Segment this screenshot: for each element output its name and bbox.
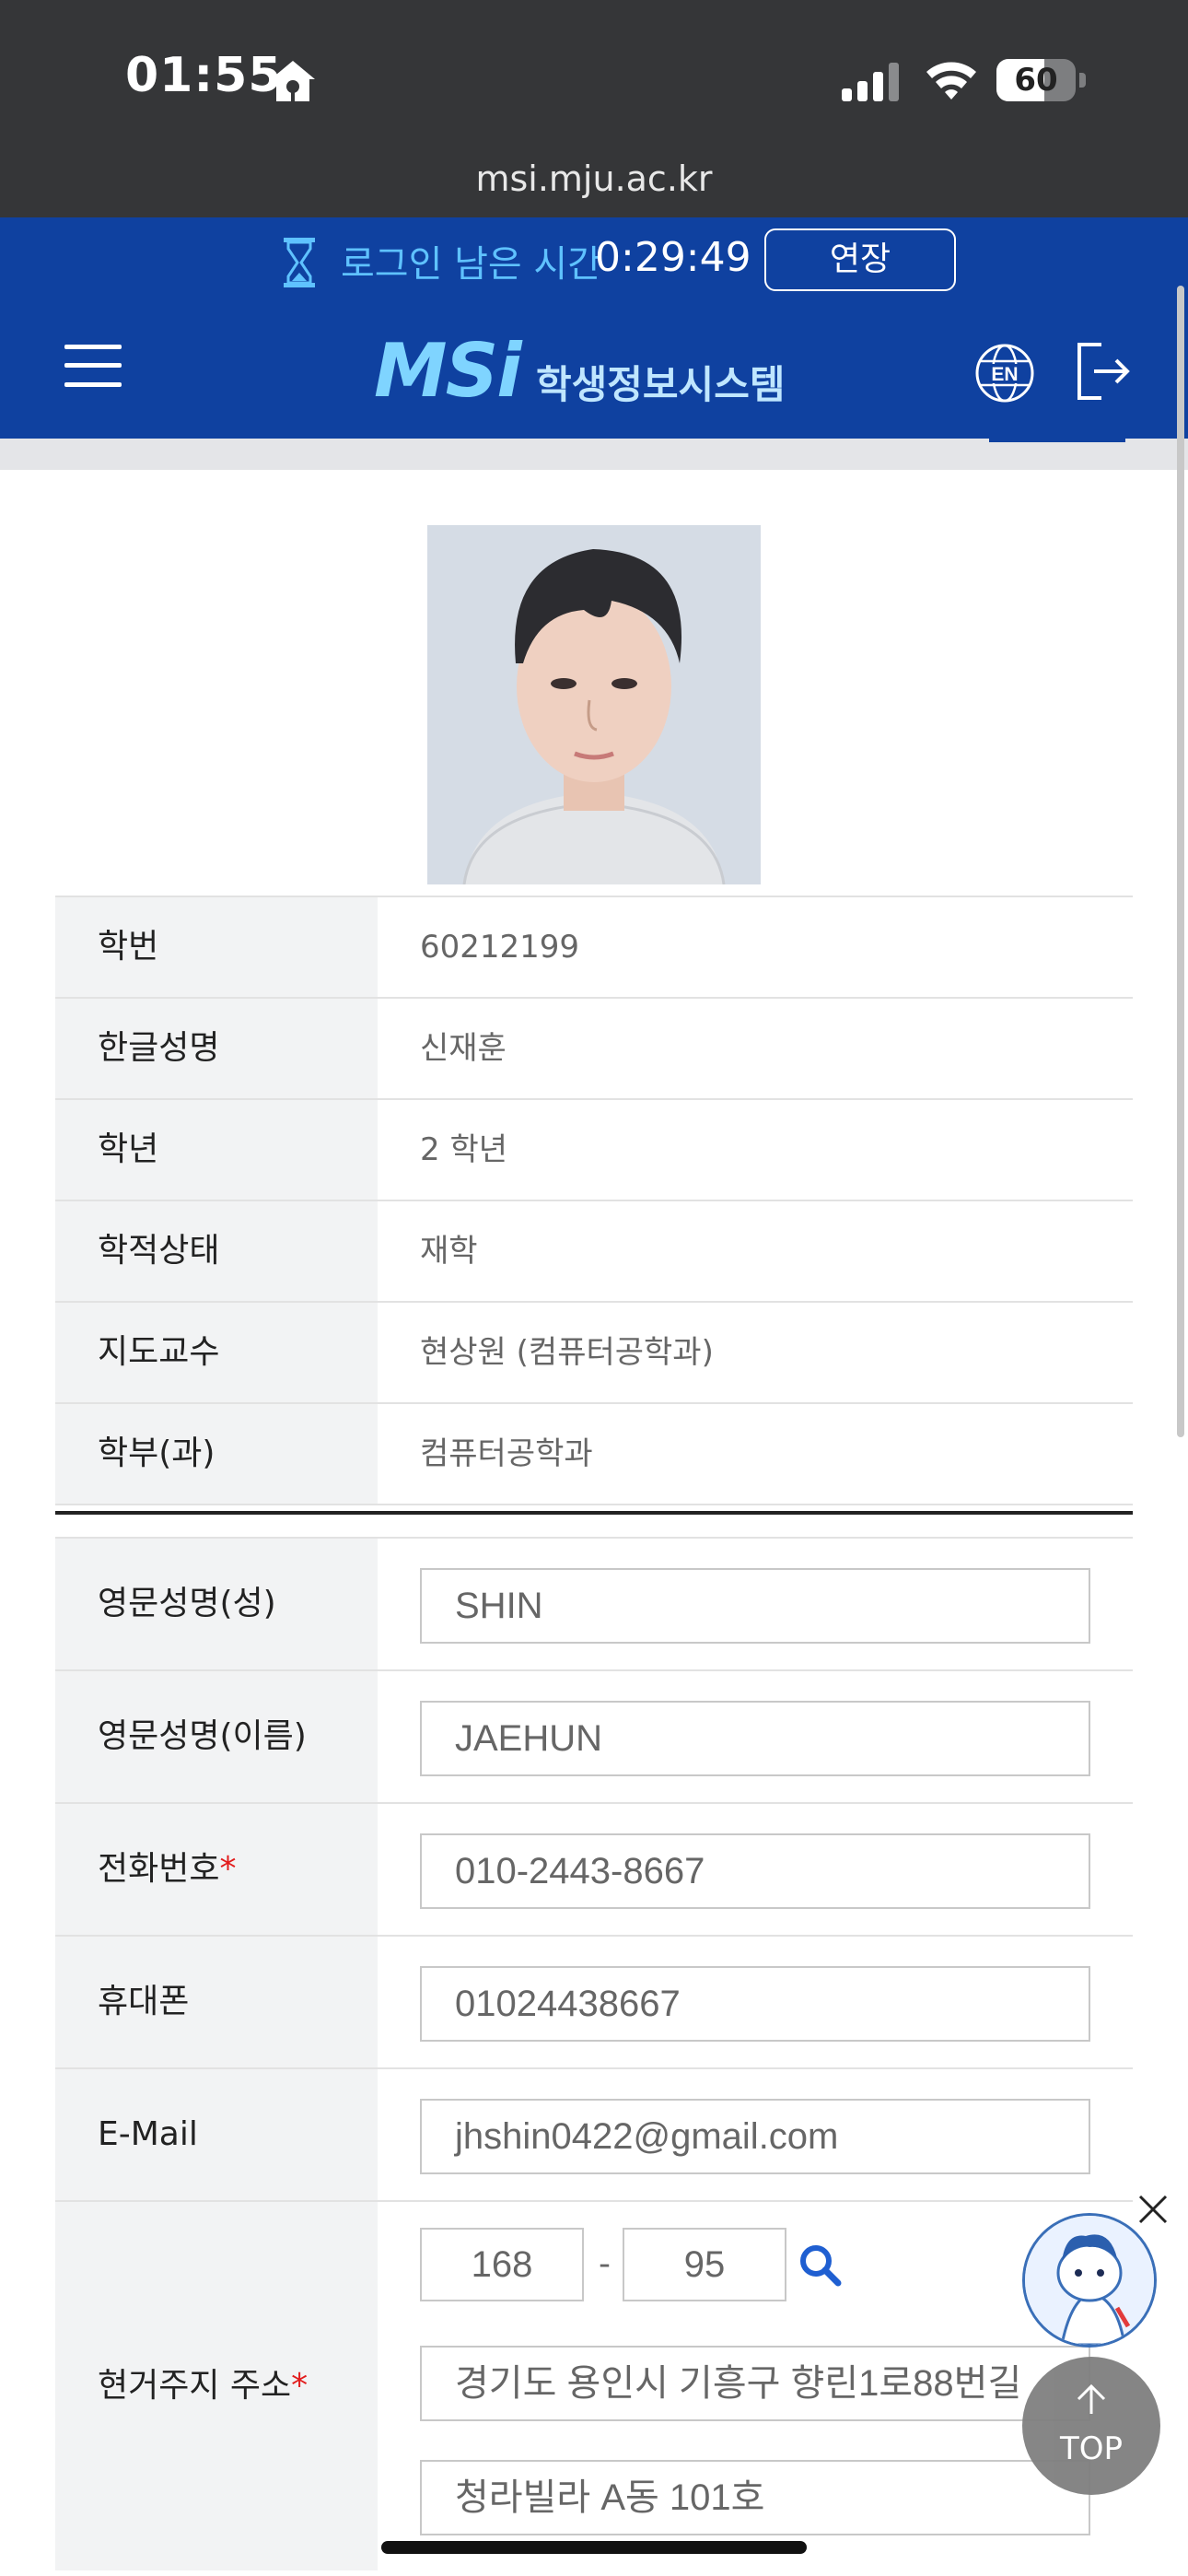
logout-icon[interactable] xyxy=(1074,341,1133,402)
scroll-to-top-button[interactable]: TOP xyxy=(1022,2357,1160,2495)
session-timer: 로그인 남은 시간 0:29:49 연장 xyxy=(0,217,1188,310)
zip-separator: - xyxy=(599,2245,611,2283)
home-icon xyxy=(271,61,315,101)
student-photo xyxy=(427,525,761,884)
mobile-label: 휴대폰 xyxy=(55,1937,378,2067)
email-label: E-Mail xyxy=(55,2069,378,2200)
language-globe-icon[interactable]: EN xyxy=(974,343,1035,404)
info-label: 학적상태 xyxy=(55,1201,378,1301)
info-row: 학적상태 재학 xyxy=(55,1200,1133,1301)
section-divider xyxy=(55,1511,1133,1515)
english-first-label: 영문성명(이름) xyxy=(55,1671,378,1802)
required-mark: * xyxy=(219,1850,237,1888)
info-label: 학부(과) xyxy=(55,1404,378,1504)
timer-label: 로그인 남은 시간 xyxy=(341,243,602,286)
address-label-text: 현거주지 주소 xyxy=(98,2367,292,2405)
english-first-input[interactable]: JAEHUN xyxy=(420,1701,1090,1776)
address-search-icon[interactable] xyxy=(798,2242,844,2289)
logo-mark: MSi xyxy=(374,328,522,414)
form-row-english-first: 영문성명(이름) JAEHUN xyxy=(55,1669,1133,1802)
email-input[interactable]: jhshin0422@gmail.com xyxy=(420,2099,1090,2174)
timer-value: 0:29:49 xyxy=(595,234,751,281)
required-mark: * xyxy=(291,2367,309,2405)
info-label: 학년 xyxy=(55,1100,378,1200)
scrollbar[interactable] xyxy=(1177,286,1184,1437)
form-row-email: E-Mail jhshin0422@gmail.com xyxy=(55,2067,1133,2200)
student-edit-form: 영문성명(성) SHIN 영문성명(이름) JAEHUN 전화번호* 010-2… xyxy=(55,1537,1133,2570)
logo-text: 학생정보시스템 xyxy=(536,362,786,407)
info-value: 60212199 xyxy=(420,929,580,966)
info-label: 지도교수 xyxy=(55,1303,378,1402)
form-row-address: 현거주지 주소* 168 - 95 경기도 용인시 기흥구 향린1로88번길 청… xyxy=(55,2200,1133,2570)
info-label: 한글성명 xyxy=(55,999,378,1098)
info-row: 지도교수 현상원 (컴퓨터공학과) xyxy=(55,1301,1133,1402)
signal-icon xyxy=(842,63,899,101)
mobile-input[interactable]: 01024438667 xyxy=(420,1966,1090,2042)
zip-code-first-input[interactable]: 168 xyxy=(420,2228,584,2301)
zip-code-second-input[interactable]: 95 xyxy=(623,2228,786,2301)
status-bar: 01:55 60 msi.mju.ac.kr xyxy=(0,0,1188,217)
form-row-english-last: 영문성명(성) SHIN xyxy=(55,1537,1133,1669)
info-row: 학번 60212199 xyxy=(55,896,1133,997)
english-last-input[interactable]: SHIN xyxy=(420,1568,1090,1644)
address-line1-input[interactable]: 경기도 용인시 기흥구 향린1로88번길 xyxy=(420,2346,1090,2421)
phone-label-text: 전화번호 xyxy=(98,1850,220,1888)
arrow-up-icon xyxy=(1077,2383,1106,2414)
extend-session-button[interactable]: 연장 xyxy=(764,228,956,291)
content-top-band xyxy=(0,439,1188,470)
info-value: 현상원 (컴퓨터공학과) xyxy=(420,1334,714,1371)
info-row: 한글성명 신재훈 xyxy=(55,997,1133,1098)
info-value: 2 학년 xyxy=(420,1131,507,1168)
info-row: 학년 2 학년 xyxy=(55,1098,1133,1200)
info-value: 신재훈 xyxy=(420,1030,507,1067)
battery-indicator: 60 xyxy=(996,59,1089,101)
phone-label: 전화번호* xyxy=(55,1804,378,1935)
phone-input[interactable]: 010-2443-8667 xyxy=(420,1833,1090,1909)
info-value: 컴퓨터공학과 xyxy=(420,1435,593,1472)
menu-icon[interactable] xyxy=(64,343,122,389)
english-last-label: 영문성명(성) xyxy=(55,1539,378,1669)
address-line2-input[interactable]: 청라빌라 A동 101호 xyxy=(420,2460,1090,2535)
address-label: 현거주지 주소* xyxy=(55,2202,378,2570)
close-icon[interactable] xyxy=(1135,2191,1171,2228)
mascot-chatbot-button[interactable] xyxy=(1022,2213,1157,2348)
hourglass-icon xyxy=(284,238,315,287)
top-label: TOP xyxy=(1059,2430,1124,2467)
info-label: 학번 xyxy=(55,897,378,997)
app-header: 로그인 남은 시간 0:29:49 연장 MSi 학생정보시스템 EN xyxy=(0,217,1188,439)
language-label: EN xyxy=(991,364,1018,385)
student-info-table: 학번 60212199 한글성명 신재훈 학년 2 학년 학적상태 재학 지도교… xyxy=(55,896,1133,1505)
form-row-phone: 전화번호* 010-2443-8667 xyxy=(55,1802,1133,1935)
wifi-icon xyxy=(926,62,976,100)
browser-url[interactable]: msi.mju.ac.kr xyxy=(0,158,1188,199)
info-value: 재학 xyxy=(420,1233,478,1270)
info-row: 학부(과) 컴퓨터공학과 xyxy=(55,1402,1133,1505)
active-tab-indicator xyxy=(989,439,1125,442)
home-indicator xyxy=(381,2541,807,2554)
status-time: 01:55 xyxy=(125,48,283,103)
form-row-mobile: 휴대폰 01024438667 xyxy=(55,1935,1133,2067)
battery-percent: 60 xyxy=(1014,62,1058,99)
